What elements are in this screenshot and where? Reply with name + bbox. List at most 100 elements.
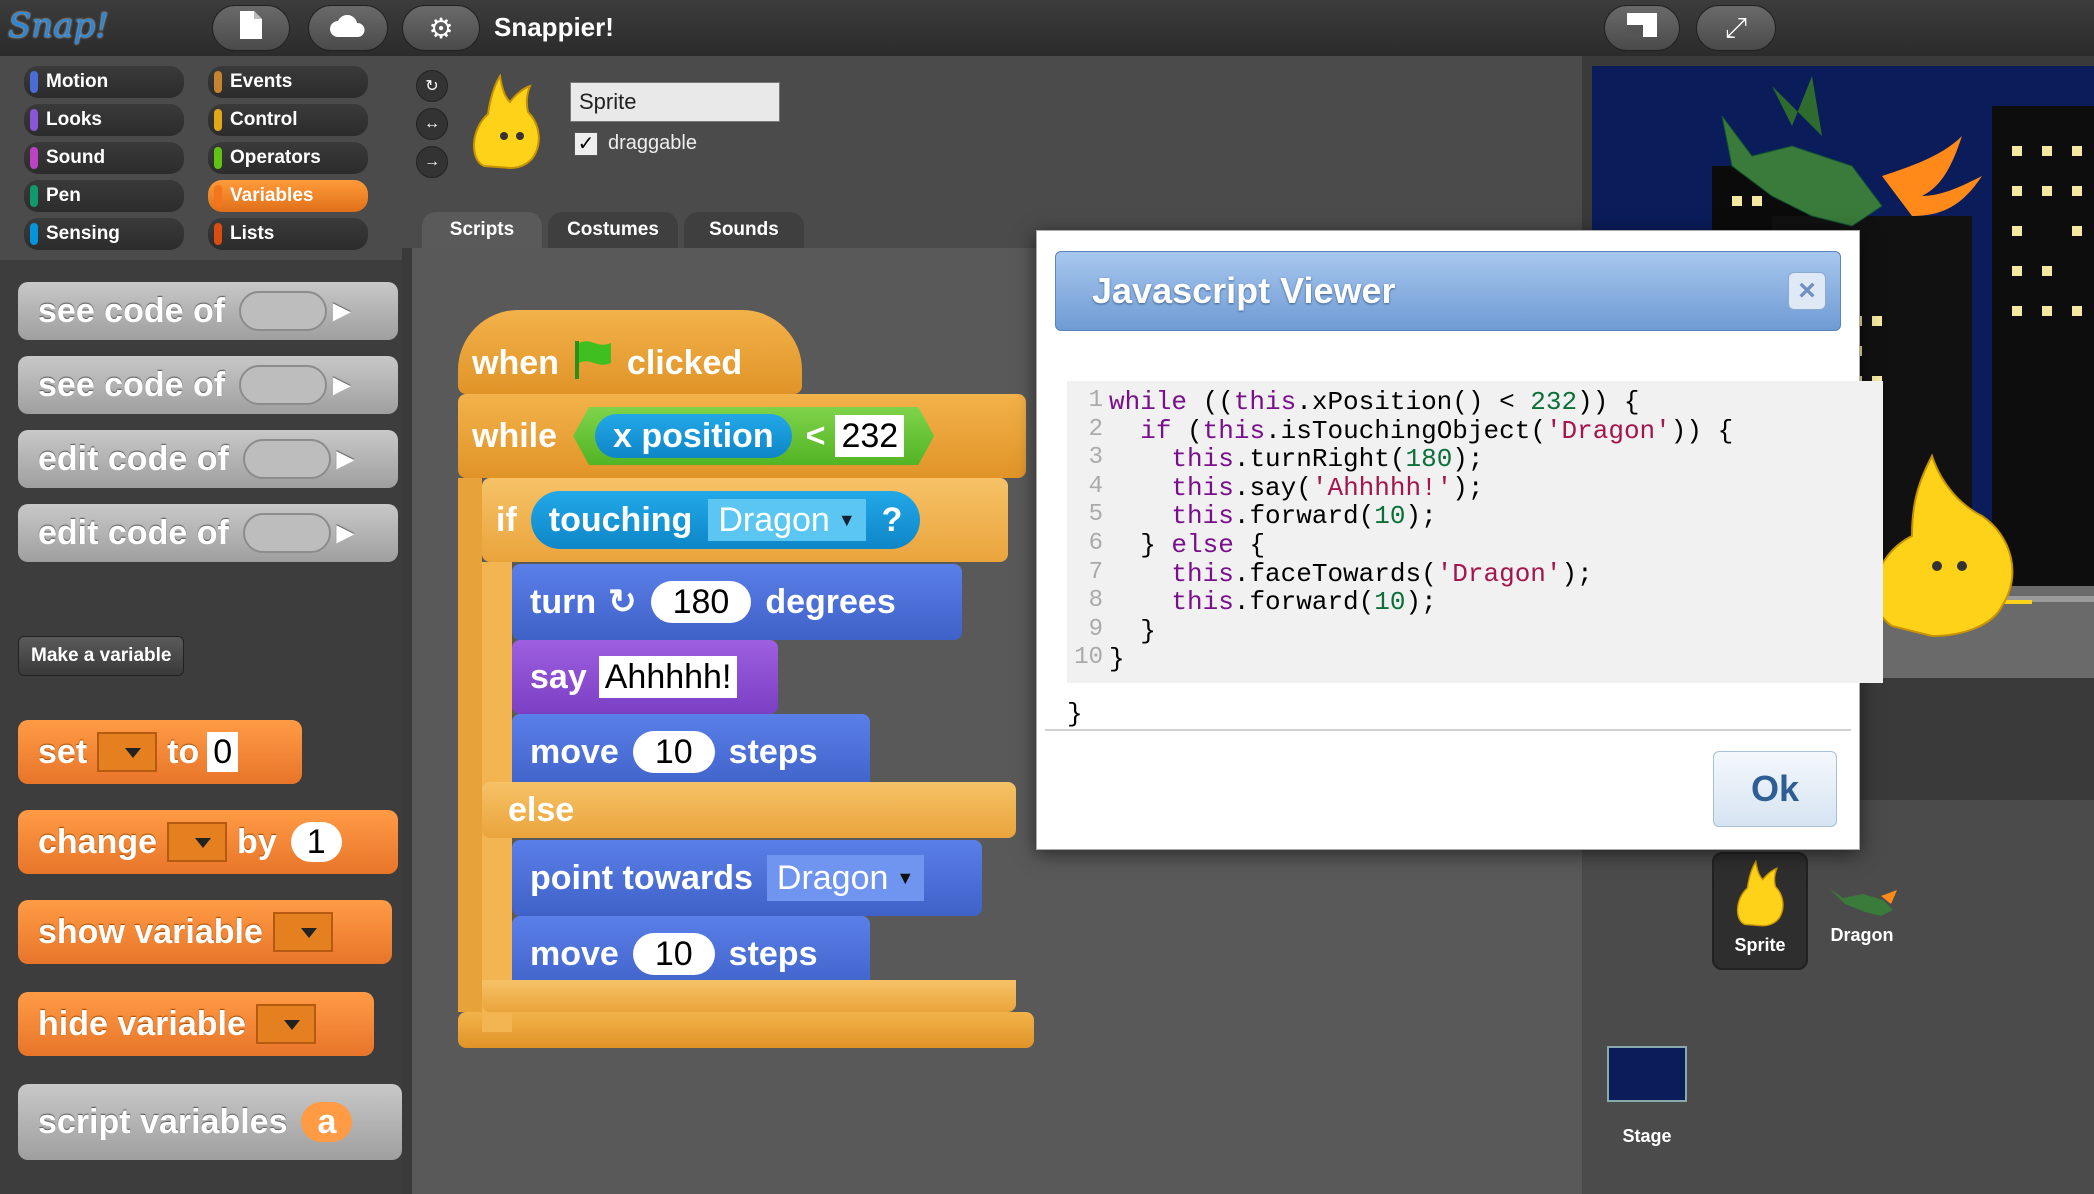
snap-logo[interactable]: Snap! [8,6,109,50]
category-control[interactable]: Control [208,104,368,136]
category-events[interactable]: Events [208,66,368,98]
dropdown-value: Dragon [718,501,830,539]
block-label: steps [728,732,818,771]
say-text-input[interactable]: Ahhhhh! [598,656,738,698]
presentation-mode-button[interactable]: ⤢ [1696,5,1776,51]
script-variables-block[interactable]: script variables a [18,1084,402,1160]
category-operators[interactable]: Operators [208,142,368,174]
ring-slot[interactable] [239,291,328,331]
value-input[interactable]: 1 [290,822,342,862]
cloud-menu-button[interactable] [308,5,388,51]
block-label: by [237,822,277,861]
touching-target-dropdown[interactable]: Dragon ▼ [708,499,866,541]
corral-sprite-label: Sprite [1734,935,1786,955]
category-sensing[interactable]: Sensing [24,218,184,250]
dropdown-value: Dragon [776,859,889,897]
ok-button[interactable]: Ok [1713,751,1837,827]
category-label: Lists [230,223,275,244]
edit-code-of-block[interactable]: edit code of ▶ [18,504,398,562]
category-label: Motion [46,71,109,92]
dialog-divider [1045,729,1851,731]
code-line: this.turnRight(180); [1171,444,1484,475]
touching-predicate[interactable]: touching Dragon ▼ ? [530,491,921,549]
code-line: this.forward(10); [1171,501,1437,532]
block-label: move [530,732,619,771]
ring-slot[interactable] [239,365,328,405]
stage-size-button[interactable] [1604,5,1680,51]
code-line: this.forward(10); [1171,587,1437,618]
ring-slot[interactable] [242,439,331,479]
see-code-of-block[interactable]: see code of ▶ [18,282,398,340]
value-input[interactable]: 0 [207,732,239,772]
category-variables[interactable]: Variables [208,180,368,212]
change-variable-block[interactable]: change by 1 [18,810,398,874]
code-line: } else { [1109,530,1266,560]
corral-stage-item[interactable]: Stage [1604,1046,1690,1166]
rotation-can-rotate-button[interactable]: ↻ [416,70,448,102]
edit-code-of-block[interactable]: edit code of ▶ [18,430,398,488]
hide-variable-block[interactable]: hide variable [18,992,374,1056]
degrees-input[interactable]: 180 [650,581,752,623]
code-line: this.faceTowards('Dragon'); [1171,558,1593,589]
point-towards-block[interactable]: point towards Dragon ▼ [512,840,982,916]
line-number: 10 [1074,644,1103,672]
category-motion[interactable]: Motion [24,66,184,98]
while-loop-block[interactable]: while x position < 232 [458,394,1026,478]
category-color-dot [214,147,222,169]
category-looks[interactable]: Looks [24,104,184,136]
block-label: set [38,732,88,771]
turn-right-block[interactable]: turn ↻ 180 degrees [512,564,962,640]
code-line: this.say('Ahhhhh!'); [1171,472,1484,503]
if-else-block[interactable]: if touching Dragon ▼ ? [482,478,1008,562]
line-number: 5 [1088,501,1103,529]
close-button[interactable]: × [1788,272,1826,310]
block-label: while [472,416,558,455]
see-code-of-block[interactable]: see code of ▶ [18,356,398,414]
category-sound[interactable]: Sound [24,142,184,174]
corral-sprite-item[interactable]: Dragon [1814,852,1910,970]
block-label: edit code of [38,439,229,478]
file-menu-button[interactable] [212,5,290,51]
say-block[interactable]: say Ahhhhh! [512,640,778,714]
show-variable-block[interactable]: show variable [18,900,392,964]
tab-sounds[interactable]: Sounds [684,212,804,248]
when-flag-clicked-hat-block[interactable]: when clicked [458,310,802,394]
settings-menu-button[interactable]: ⚙ [402,5,480,51]
draggable-checkbox[interactable]: ✓ [574,132,598,156]
corral-stage-label: Stage [1622,1126,1672,1146]
compare-value-input[interactable]: 232 [835,415,904,457]
category-lists[interactable]: Lists [208,218,368,250]
sprite-name-input[interactable]: Sprite [570,82,780,122]
rotation-none-button[interactable]: → [416,146,448,178]
code-line: while ((this.xPosition() < 232)) { [1109,387,1640,417]
variable-dropdown[interactable] [167,822,228,862]
else-label: else [508,790,575,829]
steps-input[interactable]: 10 [632,933,715,975]
variable-dropdown[interactable] [97,732,158,772]
category-color-dot [30,185,38,207]
tab-costumes[interactable]: Costumes [548,212,678,248]
point-target-dropdown[interactable]: Dragon ▼ [766,855,925,901]
dialog-title-bar[interactable]: Javascript Viewer × [1055,251,1841,331]
steps-input[interactable]: 10 [632,731,715,773]
flip-icon: ↔ [424,115,440,132]
x-position-reporter[interactable]: x position [595,414,792,458]
draggable-label: draggable [608,132,697,154]
category-pen[interactable]: Pen [24,180,184,212]
set-variable-block[interactable]: set to 0 [18,720,302,784]
ring-slot[interactable] [242,513,331,553]
code-body: 1 while ((this.xPosition() < 232)) {2 if … [1067,381,1883,683]
variable-dropdown[interactable] [255,1004,316,1044]
close-icon: × [1798,274,1816,307]
category-color-dot [214,71,222,93]
corral-sprite-item[interactable]: Sprite [1712,852,1808,970]
rotation-flip-button[interactable]: ↔ [416,108,448,140]
rotate-clockwise-icon: ↻ [608,583,637,621]
variable-dropdown[interactable] [272,912,333,952]
block-label: see code of [38,365,226,404]
tab-scripts[interactable]: Scripts [422,212,542,248]
move-steps-block[interactable]: move 10 steps [512,714,870,790]
less-than-operator[interactable]: x position < 232 [573,407,934,465]
make-variable-button[interactable]: Make a variable [18,636,185,676]
variable-name-input[interactable]: a [301,1102,353,1142]
